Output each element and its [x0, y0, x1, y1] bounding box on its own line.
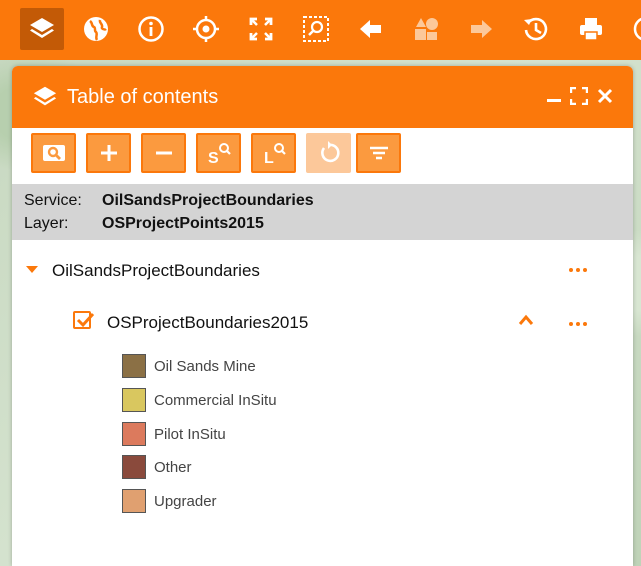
legend-swatch	[122, 422, 146, 446]
legend-item: Upgrader	[122, 489, 217, 513]
info-tool-button[interactable]	[129, 8, 173, 50]
legend-swatch	[122, 354, 146, 378]
legend-item: Other	[122, 455, 192, 479]
zoom-selection-tool-button[interactable]	[294, 8, 338, 50]
search-map-icon	[42, 145, 65, 161]
layers-icon	[33, 86, 57, 106]
layer-visibility-checkbox[interactable]	[73, 311, 95, 329]
history-icon	[524, 17, 548, 41]
layer-search-icon: L	[264, 143, 286, 167]
basemap-tool-button[interactable]	[74, 8, 118, 50]
service-search-button[interactable]: S	[196, 133, 241, 173]
service-value: OilSandsProjectBoundaries	[102, 192, 314, 209]
panel-button-row: S L	[12, 128, 633, 184]
layer-tree: OilSandsProjectBoundaries OSProjectBound…	[12, 240, 633, 566]
layer-label: Layer:	[24, 215, 69, 232]
layer-search-button[interactable]: L	[251, 133, 296, 173]
refresh-button[interactable]	[306, 133, 351, 173]
arrow-left-icon	[360, 20, 381, 38]
minus-icon	[155, 151, 172, 155]
panel-header[interactable]: Table of contents	[12, 66, 633, 128]
next-extent-tool-button[interactable]	[459, 8, 503, 50]
legend-swatch	[122, 388, 146, 412]
shapes-tool-button[interactable]	[404, 8, 448, 50]
refresh-icon	[320, 141, 340, 163]
filter-icon	[369, 146, 388, 160]
info-icon	[138, 16, 164, 42]
legend-item: Oil Sands Mine	[122, 354, 256, 378]
maximize-icon	[570, 87, 588, 105]
service-node-label[interactable]: OilSandsProjectBoundaries	[52, 261, 260, 281]
arrow-right-icon	[471, 20, 492, 38]
minimize-icon	[547, 99, 561, 102]
chevron-up-icon[interactable]	[518, 314, 534, 326]
checkmark-icon	[76, 312, 95, 328]
panel-title: Table of contents	[67, 86, 219, 108]
layer-info-row: Layer: OSProjectPoints2015	[24, 215, 264, 233]
legend-label: Oil Sands Mine	[154, 357, 256, 375]
layer-node-label[interactable]: OSProjectBoundaries2015	[107, 313, 308, 333]
close-button[interactable]	[595, 86, 615, 106]
layer-value: OSProjectPoints2015	[102, 215, 264, 232]
full-extent-tool-button[interactable]	[239, 8, 283, 50]
service-search-icon: S	[208, 143, 231, 167]
filter-button[interactable]	[356, 133, 401, 173]
history-tool-button[interactable]	[514, 8, 558, 50]
remove-service-button[interactable]	[141, 133, 186, 173]
legend-label: Upgrader	[154, 492, 217, 510]
svg-text:L: L	[264, 150, 274, 167]
locate-tool-button[interactable]	[184, 8, 228, 50]
search-map-button[interactable]	[31, 133, 76, 173]
minimize-button[interactable]	[544, 86, 564, 106]
legend-swatch	[122, 455, 146, 479]
service-label: Service:	[24, 192, 82, 209]
legend-label: Commercial InSitu	[154, 391, 277, 409]
previous-extent-tool-button[interactable]	[349, 8, 393, 50]
legend-swatch	[122, 489, 146, 513]
print-tool-button[interactable]	[569, 8, 613, 50]
legend-item: Commercial InSitu	[122, 388, 277, 412]
layers-tool-button[interactable]	[20, 8, 64, 50]
close-icon	[597, 88, 613, 104]
zoom-area-icon	[303, 16, 329, 42]
svg-text:S: S	[208, 150, 219, 167]
maximize-button[interactable]	[569, 86, 589, 106]
legend-item: Pilot InSitu	[122, 422, 226, 446]
service-options-button[interactable]	[569, 268, 587, 274]
globe-icon	[84, 17, 108, 41]
fullscreen-icon	[249, 17, 273, 41]
main-toolbar	[0, 0, 641, 60]
table-of-contents-panel: Table of contents S L Service: OilSandsP…	[12, 66, 633, 566]
layer-options-button[interactable]	[569, 322, 587, 328]
language-tool-button[interactable]	[624, 8, 641, 50]
service-info-row: Service: OilSandsProjectBoundaries	[24, 192, 314, 210]
layers-icon	[30, 18, 54, 38]
globe-outline-icon	[633, 17, 641, 41]
print-icon	[580, 18, 602, 41]
crosshair-icon	[193, 16, 219, 42]
shapes-icon	[415, 18, 438, 40]
legend-label: Other	[154, 458, 192, 476]
legend-label: Pilot InSitu	[154, 425, 226, 443]
expand-caret-icon[interactable]	[26, 266, 38, 273]
add-service-button[interactable]	[86, 133, 131, 173]
selection-info: Service: OilSandsProjectBoundaries Layer:…	[12, 184, 633, 240]
plus-icon	[100, 145, 117, 161]
